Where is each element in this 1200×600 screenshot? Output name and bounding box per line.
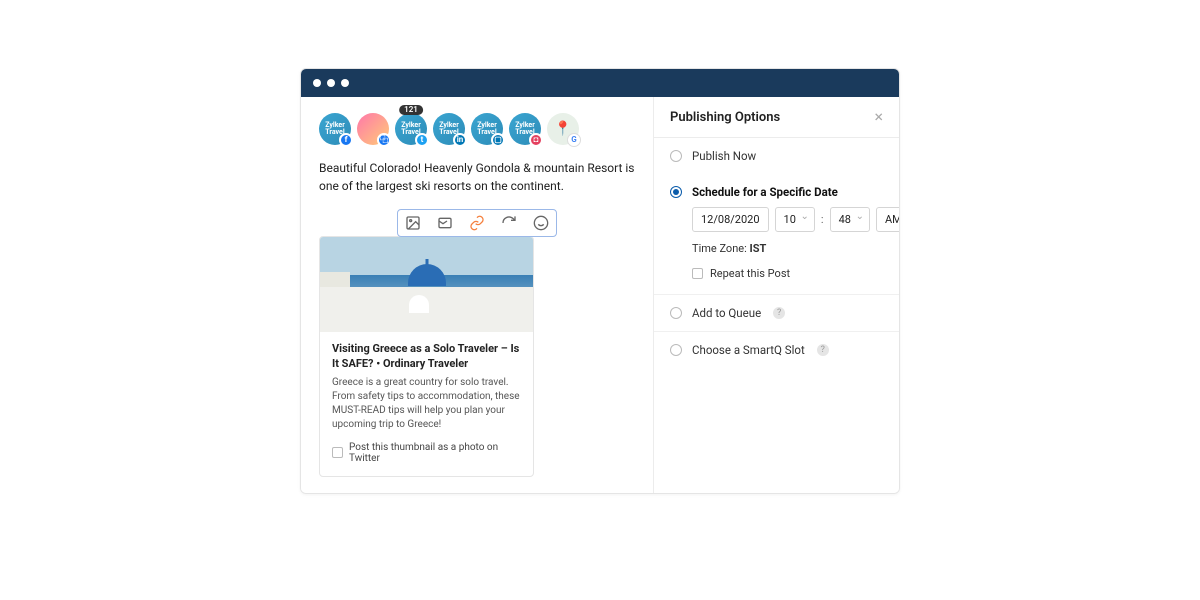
account-facebook[interactable]: Zylker Travelf — [319, 113, 351, 145]
repeat-label: Repeat this Post — [710, 267, 790, 280]
account-fbgroup[interactable]: ⿻ — [357, 113, 389, 145]
option-smartq[interactable]: Choose a SmartQ Slot ? — [654, 332, 899, 368]
queue-label: Add to Queue — [692, 306, 761, 320]
panel-title: Publishing Options — [670, 110, 780, 125]
window-dot — [327, 79, 335, 87]
compose-pane: Zylker Travelf ⿻ Zylker Travel121t Zylke… — [301, 97, 654, 493]
time-colon: : — [821, 213, 824, 226]
image-icon[interactable] — [404, 214, 422, 232]
window-dot — [313, 79, 321, 87]
linkedin-page-icon: ▢ — [491, 133, 505, 147]
char-count-badge: 121 — [399, 105, 423, 115]
emoji-icon[interactable] — [532, 214, 550, 232]
link-preview-card: Visiting Greece as a Solo Traveler – Is … — [319, 236, 534, 477]
account-picker: Zylker Travelf ⿻ Zylker Travel121t Zylke… — [319, 113, 635, 145]
checkbox-icon — [332, 447, 343, 458]
window-titlebar — [301, 69, 899, 97]
link-preview-image — [320, 237, 533, 332]
account-twitter[interactable]: Zylker Travel121t — [395, 113, 427, 145]
radio-icon-selected — [670, 186, 682, 198]
repeat-post-checkbox[interactable]: Repeat this Post — [692, 267, 883, 280]
date-input[interactable]: 12/08/2020 — [692, 207, 769, 232]
link-preview-desc: Greece is a great country for solo trave… — [332, 376, 521, 432]
schedule-label: Schedule for a Specific Date — [692, 185, 838, 199]
option-schedule[interactable]: Schedule for a Specific Date — [654, 174, 899, 207]
radio-icon — [670, 344, 682, 356]
facebook-icon: f — [339, 133, 353, 147]
google-icon: G — [567, 133, 581, 147]
account-instagram[interactable]: Zylker Travel◘ — [509, 113, 541, 145]
twitter-icon: t — [415, 133, 429, 147]
help-icon[interactable]: ? — [773, 307, 785, 319]
account-gmb[interactable]: 📍G — [547, 113, 579, 145]
hour-select[interactable]: 10 — [775, 207, 815, 232]
checkbox-icon — [692, 268, 703, 279]
post-thumbnail-checkbox[interactable]: Post this thumbnail as a photo on Twitte… — [332, 442, 521, 464]
radio-icon — [670, 150, 682, 162]
smartq-label: Choose a SmartQ Slot — [692, 343, 805, 357]
option-publish-now[interactable]: Publish Now — [654, 138, 899, 174]
account-linkedin-page[interactable]: Zylker Travel▢ — [471, 113, 503, 145]
link-shorten-icon[interactable] — [468, 214, 486, 232]
publishing-options-panel: Publishing Options × Publish Now Schedul… — [654, 97, 899, 493]
radio-icon — [670, 307, 682, 319]
schedule-controls: 12/08/2020 10 : 48 AM ❙❙ Time Zone: IST … — [654, 207, 899, 295]
option-add-to-queue[interactable]: Add to Queue ? — [654, 295, 899, 332]
linkedin-icon: in — [453, 133, 467, 147]
link-preview-title: Visiting Greece as a Solo Traveler – Is … — [332, 342, 521, 372]
fbgroup-icon: ⿻ — [377, 133, 391, 147]
post-thumbnail-label: Post this thumbnail as a photo on Twitte… — [349, 442, 521, 464]
ampm-toggle[interactable]: AM — [876, 207, 900, 232]
close-icon[interactable]: × — [874, 109, 883, 125]
account-linkedin[interactable]: Zylker Travelin — [433, 113, 465, 145]
instagram-icon: ◘ — [529, 133, 543, 147]
timezone-label: Time Zone: IST — [692, 242, 883, 255]
publish-now-label: Publish Now — [692, 149, 756, 163]
compose-window: Zylker Travelf ⿻ Zylker Travel121t Zylke… — [300, 68, 900, 494]
media-library-icon[interactable] — [436, 214, 454, 232]
window-dot — [341, 79, 349, 87]
minute-select[interactable]: 48 — [830, 207, 870, 232]
refresh-icon[interactable] — [500, 214, 518, 232]
help-icon[interactable]: ? — [817, 344, 829, 356]
post-text[interactable]: Beautiful Colorado! Heavenly Gondola & m… — [319, 159, 635, 195]
compose-toolbar — [319, 209, 635, 237]
